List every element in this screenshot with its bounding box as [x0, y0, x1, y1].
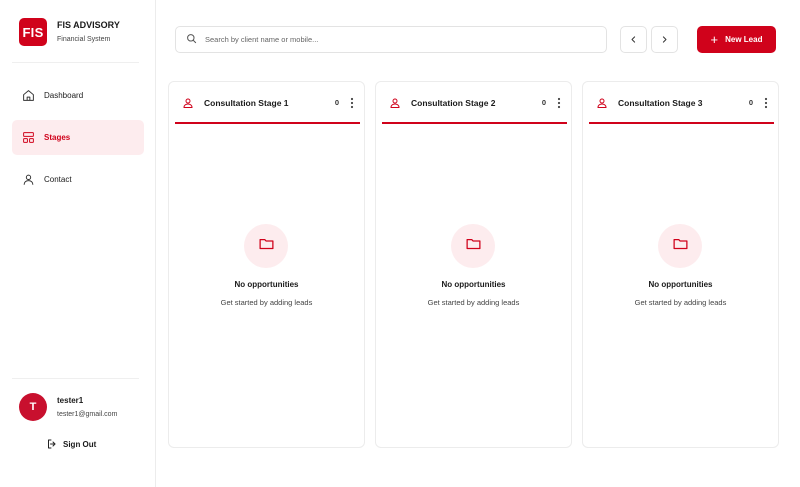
- empty-state-subtitle: Get started by adding leads: [634, 298, 727, 307]
- empty-state-title: No opportunities: [234, 280, 299, 289]
- more-vertical-icon[interactable]: [350, 96, 354, 114]
- sidebar-item-label: Contact: [44, 175, 72, 184]
- sidebar-item-stages[interactable]: Stages: [12, 120, 144, 155]
- stage-count: 0: [334, 98, 339, 107]
- new-lead-button[interactable]: + New Lead: [697, 26, 776, 53]
- sidebar-divider: [12, 378, 139, 379]
- stage-column-header: Consultation Stage 2 0: [376, 82, 571, 124]
- sidebar: FIS FIS ADVISORY Financial System Dashbo…: [0, 0, 156, 487]
- search-bar[interactable]: [175, 26, 607, 53]
- sidebar-item-label: Stages: [44, 133, 71, 142]
- sidebar-nav: Dashboard Stages Contact: [12, 78, 144, 204]
- chevron-left-icon: [629, 31, 638, 49]
- new-lead-label: New Lead: [725, 35, 763, 44]
- home-icon: [21, 89, 35, 103]
- stage-column-header: Consultation Stage 3 0: [583, 82, 778, 124]
- chevron-right-icon: [660, 31, 669, 49]
- stage-count: 0: [748, 98, 753, 107]
- avatar: T: [19, 393, 47, 421]
- previous-page-button[interactable]: [620, 26, 647, 53]
- empty-state-title: No opportunities: [648, 280, 713, 289]
- brand[interactable]: FIS FIS ADVISORY Financial System: [19, 18, 120, 46]
- person-icon: [596, 96, 608, 114]
- user-email: tester1@gmail.com: [57, 410, 118, 418]
- brand-logo: FIS: [19, 18, 47, 46]
- next-page-button[interactable]: [651, 26, 678, 53]
- sign-out-label: Sign Out: [63, 439, 97, 449]
- folder-icon: [465, 235, 482, 257]
- person-icon: [182, 96, 194, 114]
- stage-title: Consultation Stage 2: [411, 98, 496, 108]
- brand-subtitle: Financial System: [57, 35, 111, 43]
- sign-out-icon: [46, 438, 58, 450]
- empty-state-title: No opportunities: [441, 280, 506, 289]
- folder-icon: [672, 235, 689, 257]
- stage-title: Consultation Stage 1: [204, 98, 289, 108]
- sign-out-button[interactable]: Sign Out: [46, 438, 96, 450]
- user-name: tester1: [57, 395, 84, 405]
- stage-divider: [175, 122, 360, 124]
- sidebar-item-contact[interactable]: Contact: [12, 162, 144, 197]
- brand-title: FIS ADVISORY: [57, 19, 120, 30]
- empty-state-badge: [244, 224, 288, 268]
- empty-state-badge: [451, 224, 495, 268]
- search-input[interactable]: [205, 35, 585, 44]
- stage-divider: [382, 122, 567, 124]
- search-icon: [186, 31, 197, 49]
- sidebar-item-label: Dashboard: [44, 91, 84, 100]
- more-vertical-icon[interactable]: [764, 96, 768, 114]
- empty-state-badge: [658, 224, 702, 268]
- stages-icon: [21, 131, 35, 145]
- plus-icon: +: [710, 31, 719, 47]
- empty-state-subtitle: Get started by adding leads: [220, 298, 313, 307]
- empty-state-subtitle: Get started by adding leads: [427, 298, 520, 307]
- stage-column: Consultation Stage 2 0 No opportunities …: [375, 81, 572, 448]
- folder-icon: [258, 235, 275, 257]
- stage-column: Consultation Stage 3 0 No opportunities …: [582, 81, 779, 448]
- sidebar-item-dashboard[interactable]: Dashboard: [12, 78, 144, 113]
- user-profile[interactable]: T tester1 tester1@gmail.com: [19, 393, 117, 421]
- person-icon: [21, 173, 35, 187]
- stage-column: Consultation Stage 1 0 No opportunities …: [168, 81, 365, 448]
- stage-column-header: Consultation Stage 1 0: [169, 82, 364, 124]
- sidebar-divider: [12, 62, 139, 63]
- stage-divider: [589, 122, 774, 124]
- person-icon: [389, 96, 401, 114]
- more-vertical-icon[interactable]: [557, 96, 561, 114]
- stage-count: 0: [541, 98, 546, 107]
- stage-title: Consultation Stage 3: [618, 98, 703, 108]
